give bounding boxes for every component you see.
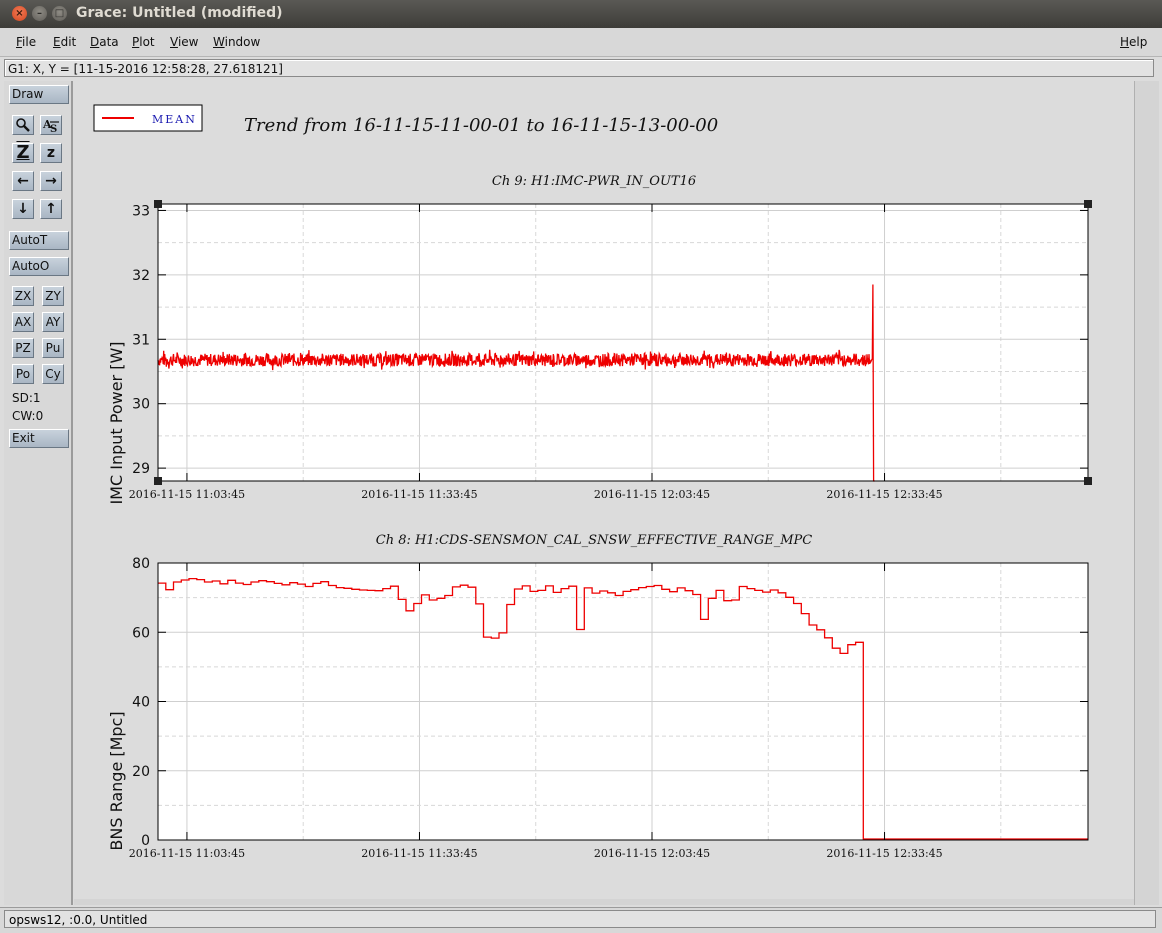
window-title: Grace: Untitled (modified)	[76, 5, 283, 21]
y-tick-label: 31	[132, 332, 150, 348]
title-bar: × – □ Grace: Untitled (modified)	[0, 0, 1162, 28]
arrow-up-icon: ↑	[45, 201, 57, 217]
plot-canvas[interactable]: MEAN Trend from 16-11-15-11-00-01 to 16-…	[74, 81, 1132, 899]
pu-button[interactable]: Pu	[42, 338, 64, 358]
y-tick-label: 29	[132, 461, 150, 477]
arrow-down-icon: ↓	[17, 201, 29, 217]
scroll-down-button[interactable]: ↓	[12, 199, 34, 219]
graph2[interactable]: 0204060802016-11-15 11:03:45 2016-11-15 1…	[129, 556, 1089, 860]
menu-edit[interactable]: Edit	[53, 35, 76, 49]
ax-button[interactable]: AX	[12, 312, 34, 332]
graph2-title: Ch 8: H1:CDS-SENSMON_CAL_SNSW_EFFECTIVE_…	[376, 533, 813, 548]
selection-handle	[1084, 477, 1092, 485]
minimize-icon: –	[37, 8, 42, 19]
locator-readout: G1: X, Y = [11-15-2016 12:58:28, 27.6181…	[4, 59, 1154, 77]
vertical-scrollbar[interactable]	[1134, 81, 1159, 905]
draw-button[interactable]: Draw	[9, 85, 69, 104]
y-tick-label: 20	[132, 764, 150, 780]
menu-bar: File Edit Data Plot View Window Help	[0, 28, 1162, 57]
graph1-ylabel: IMC Input Power [W]	[107, 341, 126, 504]
x-tick-label: 2016-11-15 12:03:45	[594, 488, 710, 501]
x-tick-label: 2016-11-15 11:33:45	[361, 488, 477, 501]
plot-svg[interactable]: MEAN Trend from 16-11-15-11-00-01 to 16-…	[74, 81, 1132, 899]
y-tick-label: 60	[132, 625, 150, 641]
window-maximize-button[interactable]: □	[52, 6, 67, 21]
arrow-left-icon: ←	[17, 173, 29, 189]
y-tick-label: 30	[132, 397, 150, 413]
y-tick-label: 80	[132, 556, 150, 572]
x-tick-label: 2016-11-15 11:03:45	[129, 488, 245, 501]
autoscale-button[interactable]: A S	[40, 115, 62, 135]
menu-help[interactable]: Help	[1120, 35, 1147, 49]
zoom-button[interactable]	[12, 115, 34, 135]
window-close-button[interactable]: ×	[12, 6, 27, 21]
menu-plot[interactable]: Plot	[132, 35, 155, 49]
arrow-right-icon: →	[45, 173, 57, 189]
window-minimize-button[interactable]: –	[32, 6, 47, 21]
zy-button[interactable]: ZY	[42, 286, 64, 306]
cy-button[interactable]: Cy	[42, 364, 64, 384]
cw-label: CW:0	[12, 409, 44, 423]
tool-panel: Draw A S Z z ← → ↓ ↑ AutoT AutoO ZX ZY A…	[4, 81, 73, 905]
y-tick-label: 40	[132, 695, 150, 711]
menu-view[interactable]: View	[170, 35, 198, 49]
selection-handle	[154, 200, 162, 208]
menu-data[interactable]: Data	[90, 35, 119, 49]
po-button[interactable]: Po	[12, 364, 34, 384]
autoo-button[interactable]: AutoO	[9, 257, 69, 276]
y-tick-label: 33	[132, 203, 150, 219]
close-icon: ×	[15, 8, 24, 19]
graph1-title: Ch 9: H1:IMC-PWR_IN_OUT16	[492, 174, 696, 189]
exit-button[interactable]: Exit	[9, 429, 69, 448]
sd-label: SD:1	[12, 391, 41, 405]
selection-handle	[154, 477, 162, 485]
legend-label: MEAN	[152, 113, 197, 126]
scroll-left-button[interactable]: ←	[12, 171, 34, 191]
zx-button[interactable]: ZX	[12, 286, 34, 306]
svg-text:S: S	[50, 124, 57, 134]
menu-file[interactable]: File	[16, 35, 36, 49]
selection-handle	[1084, 200, 1092, 208]
graph1[interactable]: 29 30 31 32 33 2016-11-15 11:03:45 2016-11-15 …	[129, 200, 1092, 501]
x-tick-label: 2016-11-15 11:33:45	[361, 847, 477, 860]
x-tick-label: 2016-11-15 12:33:45	[826, 847, 942, 860]
maximize-icon: □	[54, 8, 65, 19]
pz-button[interactable]: PZ	[12, 338, 34, 358]
horizontal-scrollbar[interactable]	[74, 899, 1134, 905]
status-bar: opsws12, :0.0, Untitled	[0, 907, 1162, 933]
zoom-out-button[interactable]: z	[40, 143, 62, 163]
scroll-up-button[interactable]: ↑	[40, 199, 62, 219]
plot-header: Trend from 16-11-15-11-00-01 to 16-11-15…	[244, 115, 718, 136]
magnifier-icon	[16, 118, 30, 132]
x-tick-label: 2016-11-15 12:33:45	[826, 488, 942, 501]
plot-area	[158, 204, 1088, 481]
scroll-right-button[interactable]: →	[40, 171, 62, 191]
autot-button[interactable]: AutoT	[9, 231, 69, 250]
y-tick-label: 32	[132, 268, 150, 284]
x-tick-label: 2016-11-15 12:03:45	[594, 847, 710, 860]
status-text: opsws12, :0.0, Untitled	[4, 910, 1156, 928]
menu-window[interactable]: Window	[213, 35, 260, 49]
autoscale-icon: A S	[42, 118, 59, 135]
zoom-in-button[interactable]: Z	[12, 143, 34, 163]
graph2-ylabel: BNS Range [Mpc]	[107, 711, 126, 850]
ay-button[interactable]: AY	[42, 312, 64, 332]
x-tick-label: 2016-11-15 11:03:45	[129, 847, 245, 860]
